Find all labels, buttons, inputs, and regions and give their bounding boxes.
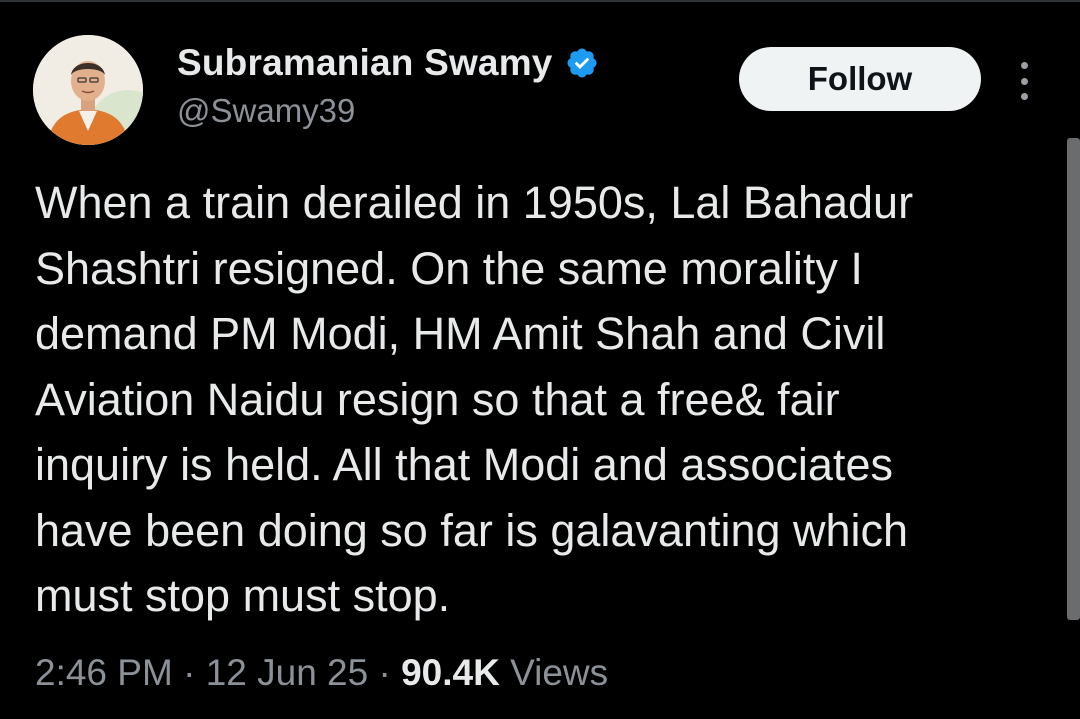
- more-options-icon[interactable]: [1011, 62, 1037, 100]
- author-avatar[interactable]: [33, 35, 143, 145]
- more-dot: [1020, 62, 1028, 69]
- meta-separator: ·: [183, 652, 196, 693]
- meta-separator: ·: [378, 652, 391, 693]
- top-divider: [0, 0, 1080, 2]
- author-display-name[interactable]: Subramanian Swamy: [177, 42, 553, 84]
- author-handle[interactable]: @Swamy39: [177, 92, 355, 130]
- tweet-date: 12 Jun 25: [205, 652, 369, 693]
- more-dot: [1020, 77, 1028, 85]
- tweet-text-line: Shashtri resigned. On the same morality …: [35, 242, 863, 294]
- verified-badge-icon[interactable]: [565, 46, 599, 80]
- follow-button[interactable]: Follow: [739, 47, 981, 111]
- tweet-text-line: When a train derailed in 1950s, Lal Baha…: [35, 177, 914, 228]
- tweet-text-line: must stop must stop.: [35, 570, 451, 621]
- tweet-text-line: Aviation Naidu resign so that a free& fa…: [35, 373, 840, 425]
- more-dot: [1020, 93, 1028, 100]
- tweet-text-line: demand PM Modi, HM Amit Shah and Civil: [35, 308, 886, 359]
- tweet-text-line: inquiry is held. All that Modi and assoc…: [35, 439, 893, 490]
- tweet-timestamp-link[interactable]: 2:46 PM · 12 Jun 25: [35, 652, 368, 693]
- tweet-text: When a train derailed in 1950s, Lal Baha…: [35, 170, 1045, 629]
- profile-photo-icon: [33, 35, 143, 145]
- tweet-text-line: have been doing so far is galavanting wh…: [35, 504, 909, 556]
- views-count: 90.4K: [401, 652, 500, 693]
- author-name-row[interactable]: Subramanian Swamy: [177, 42, 599, 84]
- tweet-meta: 2:46 PM · 12 Jun 25 · 90.4K Views: [35, 652, 608, 694]
- views-label: Views: [510, 652, 609, 693]
- scrollbar[interactable]: [1067, 138, 1080, 620]
- tweet-time: 2:46 PM: [35, 652, 173, 693]
